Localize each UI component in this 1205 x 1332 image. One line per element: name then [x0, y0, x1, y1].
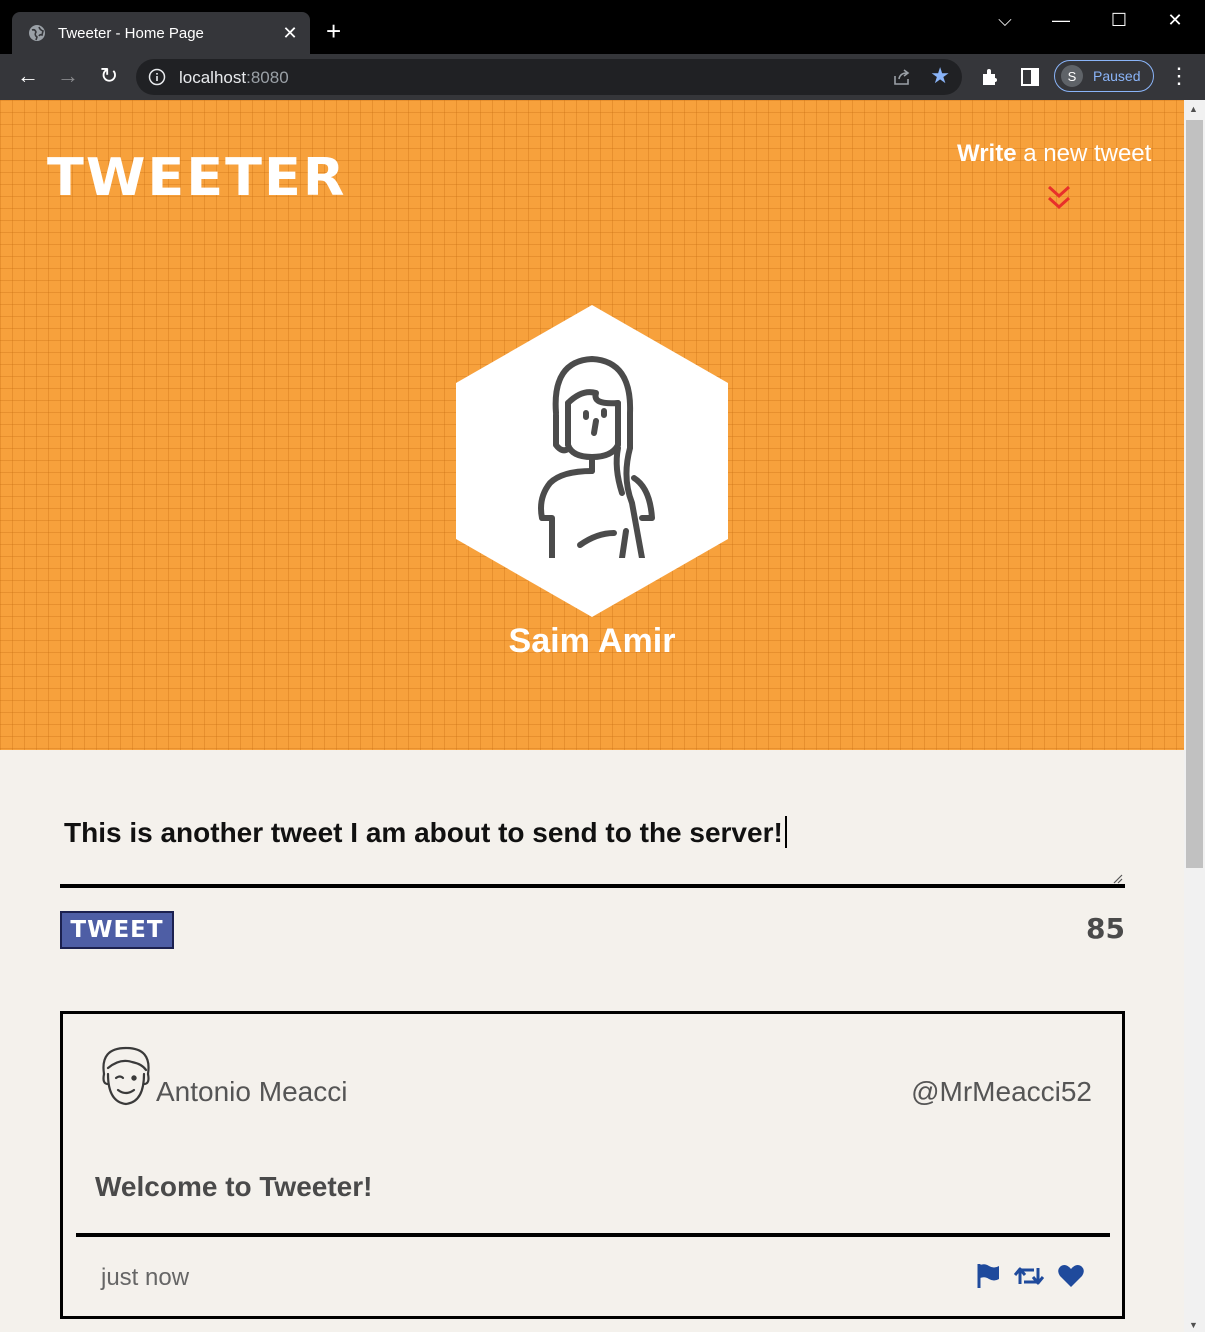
- url-text: localhost:8080: [179, 68, 289, 87]
- profile-avatar: [456, 305, 728, 617]
- tweet-author-handle: @MrMeacci52: [911, 1076, 1092, 1107]
- tweet-author-name: Antonio Meacci: [156, 1076, 348, 1107]
- bookmark-star-icon[interactable]: ★: [930, 63, 950, 89]
- heart-icon[interactable]: [1058, 1264, 1084, 1288]
- side-panel-icon[interactable]: [1020, 67, 1040, 87]
- reload-icon[interactable]: ↻: [95, 64, 123, 88]
- tweet-timestamp: just now: [101, 1264, 190, 1291]
- forward-icon[interactable]: →: [54, 64, 82, 88]
- profile-status: Paused: [1093, 68, 1141, 84]
- tweet-actions: [976, 1263, 1084, 1289]
- scroll-down-icon[interactable]: ▼: [1189, 1320, 1198, 1330]
- page-viewport: TWEETER Write a new tweet Saim Amir This…: [0, 100, 1184, 1332]
- new-tab-icon[interactable]: +: [326, 18, 341, 44]
- char-counter: 85: [1086, 912, 1125, 945]
- scrollbar-thumb[interactable]: [1186, 120, 1203, 868]
- profile-avatar: S: [1061, 65, 1083, 87]
- tweet-textarea[interactable]: This is another tweet I am about to send…: [60, 800, 1125, 888]
- maximize-icon[interactable]: ☐: [1104, 10, 1134, 31]
- profile-username: Saim Amir: [508, 622, 676, 660]
- woman-avatar-icon: [538, 356, 655, 558]
- profile-hero: TWEETER Write a new tweet Saim Amir: [0, 100, 1184, 750]
- tab-close-icon[interactable]: ✕: [280, 23, 300, 44]
- share-icon[interactable]: [892, 67, 912, 87]
- site-logo[interactable]: TWEETER: [47, 148, 346, 208]
- retweet-icon[interactable]: [1014, 1265, 1044, 1287]
- tweet-article: Antonio Meacci @MrMeacci52 Welcome to Tw…: [60, 1011, 1125, 1319]
- browser-toolbar: ← → ↻ localhost:8080 ★ S Paused ⋮: [0, 54, 1205, 100]
- back-icon[interactable]: ←: [14, 64, 42, 88]
- tab-search-icon[interactable]: ⌵: [990, 10, 1020, 31]
- tweet-draft-text: This is another tweet I am about to send…: [64, 817, 783, 848]
- man-avatar-icon: [102, 1046, 150, 1106]
- scroll-up-icon[interactable]: ▲: [1189, 104, 1198, 114]
- extensions-icon[interactable]: [980, 66, 1002, 88]
- write-tweet-link[interactable]: Write a new tweet: [957, 140, 1151, 168]
- tab-title: Tweeter - Home Page: [58, 24, 204, 42]
- browser-titlebar: Tweeter - Home Page ✕ + ⌵ — ☐ ✕: [0, 0, 1205, 54]
- flag-icon[interactable]: [976, 1263, 1000, 1289]
- info-icon[interactable]: [148, 68, 166, 86]
- profile-button[interactable]: S Paused: [1054, 60, 1154, 92]
- page-scrollbar[interactable]: ▲ ▼: [1184, 100, 1205, 1332]
- minimize-icon[interactable]: —: [1046, 10, 1076, 31]
- browser-tab[interactable]: Tweeter - Home Page ✕: [12, 12, 310, 54]
- window-close-icon[interactable]: ✕: [1160, 10, 1190, 31]
- tweet-body: Welcome to Tweeter!: [95, 1171, 373, 1202]
- address-bar[interactable]: localhost:8080 ★: [136, 59, 962, 95]
- new-tweet-form: This is another tweet I am about to send…: [60, 800, 1125, 949]
- tweet-divider: [76, 1233, 1110, 1237]
- chevron-double-down-icon[interactable]: [1046, 184, 1072, 212]
- tweet-button[interactable]: TWEET: [60, 911, 174, 949]
- resize-grip-icon[interactable]: [1113, 874, 1123, 884]
- browser-menu-icon[interactable]: ⋮: [1168, 64, 1190, 88]
- globe-icon: [29, 25, 45, 41]
